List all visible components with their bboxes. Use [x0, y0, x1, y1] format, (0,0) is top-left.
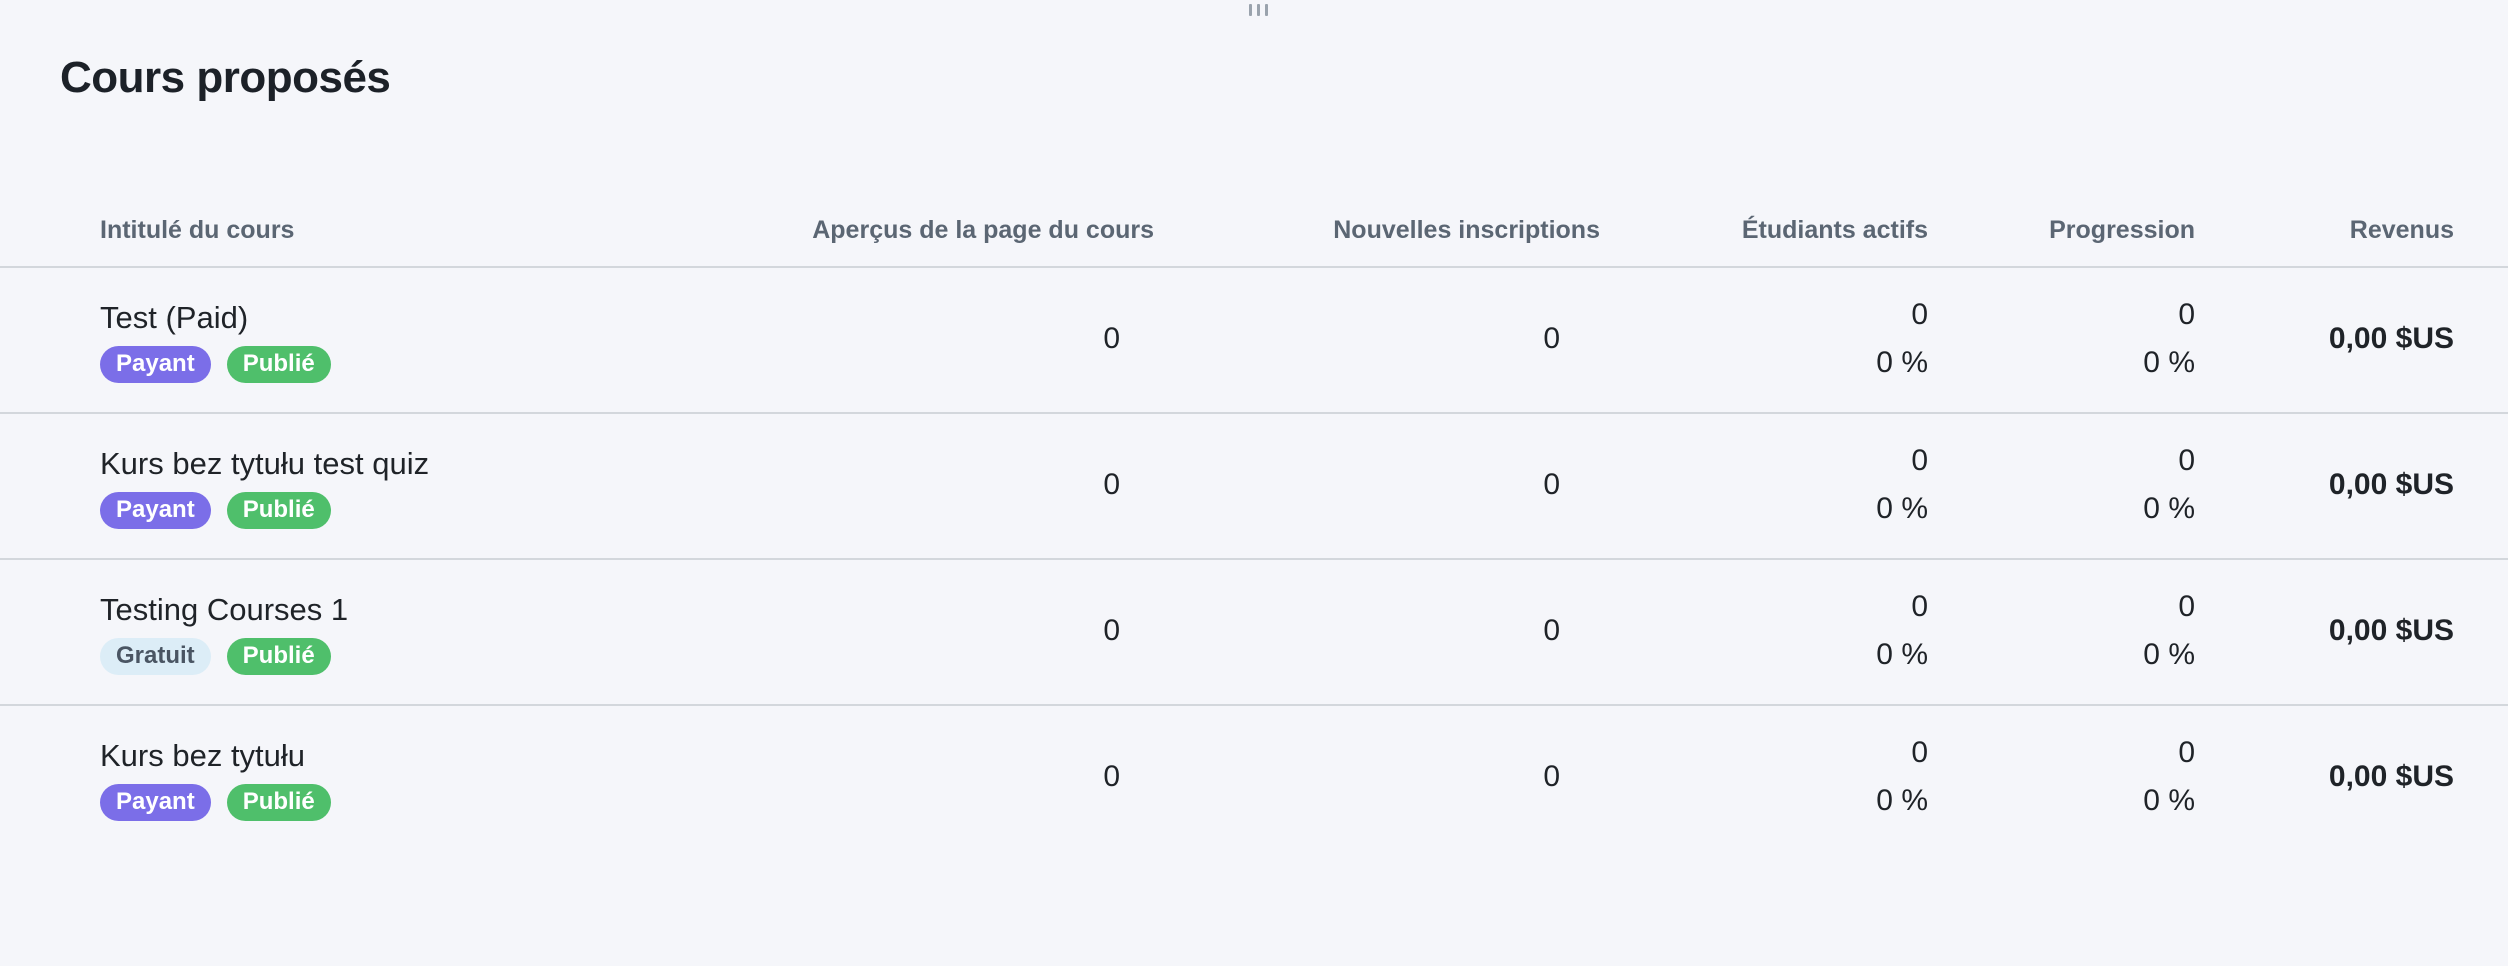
- table-header: Intitulé du cours Aperçus de la page du …: [0, 200, 2508, 268]
- status-badge: Publié: [226, 492, 331, 529]
- active-students-percent: 0 %: [1876, 346, 1928, 379]
- page-views-value: 0: [1103, 760, 1120, 793]
- header-course-title[interactable]: Intitulé du cours: [100, 216, 294, 245]
- course-badges: Payant Publié: [100, 346, 331, 383]
- price-badge: Payant: [100, 492, 211, 529]
- new-enrollments-value: 0: [1543, 322, 1560, 355]
- page-views-value: 0: [1103, 468, 1120, 501]
- status-badge: Publié: [226, 784, 331, 821]
- revenue-value: 0,00 $US: [2328, 614, 2454, 647]
- new-enrollments-value: 0: [1543, 760, 1560, 793]
- table-row[interactable]: Kurs bez tytułu Payant Publié 0 0 0 0 % …: [0, 706, 2508, 850]
- progress-count: 0: [2178, 444, 2195, 477]
- progress-percent: 0 %: [2143, 492, 2195, 525]
- course-badges: Payant Publié: [100, 492, 331, 529]
- table-row[interactable]: Test (Paid) Payant Publié 0 0 0 0 % 0 0 …: [0, 268, 2508, 414]
- revenue-value: 0,00 $US: [2328, 760, 2454, 793]
- progress-percent: 0 %: [2143, 346, 2195, 379]
- progress-percent: 0 %: [2143, 638, 2195, 671]
- revenue-value: 0,00 $US: [2328, 468, 2454, 501]
- price-badge: Payant: [100, 346, 211, 383]
- header-page-views[interactable]: Aperçus de la page du cours: [812, 216, 1154, 245]
- page-views-value: 0: [1103, 614, 1120, 647]
- header-revenue[interactable]: Revenus: [2350, 216, 2454, 245]
- drag-handle-icon[interactable]: [1246, 4, 1270, 16]
- new-enrollments-value: 0: [1543, 614, 1560, 647]
- header-active-students[interactable]: Étudiants actifs: [1742, 216, 1928, 245]
- page-views-value: 0: [1103, 322, 1120, 355]
- header-progress[interactable]: Progression: [2049, 216, 2195, 245]
- drag-handle-bar: [1264, 4, 1268, 16]
- courses-table: Intitulé du cours Aperçus de la page du …: [0, 200, 2508, 850]
- status-badge: Publié: [226, 346, 331, 383]
- progress-count: 0: [2178, 590, 2195, 623]
- course-title-link[interactable]: Kurs bez tytułu: [100, 738, 305, 774]
- active-students-count: 0: [1911, 590, 1928, 623]
- drag-handle-bar: [1256, 4, 1260, 16]
- course-badges: Gratuit Publié: [100, 638, 331, 675]
- active-students-count: 0: [1911, 736, 1928, 769]
- drag-handle-bar: [1248, 4, 1252, 16]
- table-row[interactable]: Kurs bez tytułu test quiz Payant Publié …: [0, 414, 2508, 560]
- price-badge: Payant: [100, 784, 211, 821]
- price-badge: Gratuit: [100, 638, 211, 675]
- status-badge: Publié: [226, 638, 331, 675]
- active-students-percent: 0 %: [1876, 784, 1928, 817]
- table-body: Test (Paid) Payant Publié 0 0 0 0 % 0 0 …: [0, 268, 2508, 850]
- new-enrollments-value: 0: [1543, 468, 1560, 501]
- progress-count: 0: [2178, 298, 2195, 331]
- progress-percent: 0 %: [2143, 784, 2195, 817]
- active-students-count: 0: [1911, 298, 1928, 331]
- course-title-link[interactable]: Kurs bez tytułu test quiz: [100, 446, 429, 482]
- progress-count: 0: [2178, 736, 2195, 769]
- active-students-percent: 0 %: [1876, 638, 1928, 671]
- table-row[interactable]: Testing Courses 1 Gratuit Publié 0 0 0 0…: [0, 560, 2508, 706]
- active-students-percent: 0 %: [1876, 492, 1928, 525]
- course-badges: Payant Publié: [100, 784, 331, 821]
- course-title-link[interactable]: Test (Paid): [100, 300, 248, 336]
- page-title: Cours proposés: [60, 53, 391, 102]
- revenue-value: 0,00 $US: [2328, 322, 2454, 355]
- active-students-count: 0: [1911, 444, 1928, 477]
- course-title-link[interactable]: Testing Courses 1: [100, 592, 348, 628]
- header-new-enrollments[interactable]: Nouvelles inscriptions: [1333, 216, 1600, 245]
